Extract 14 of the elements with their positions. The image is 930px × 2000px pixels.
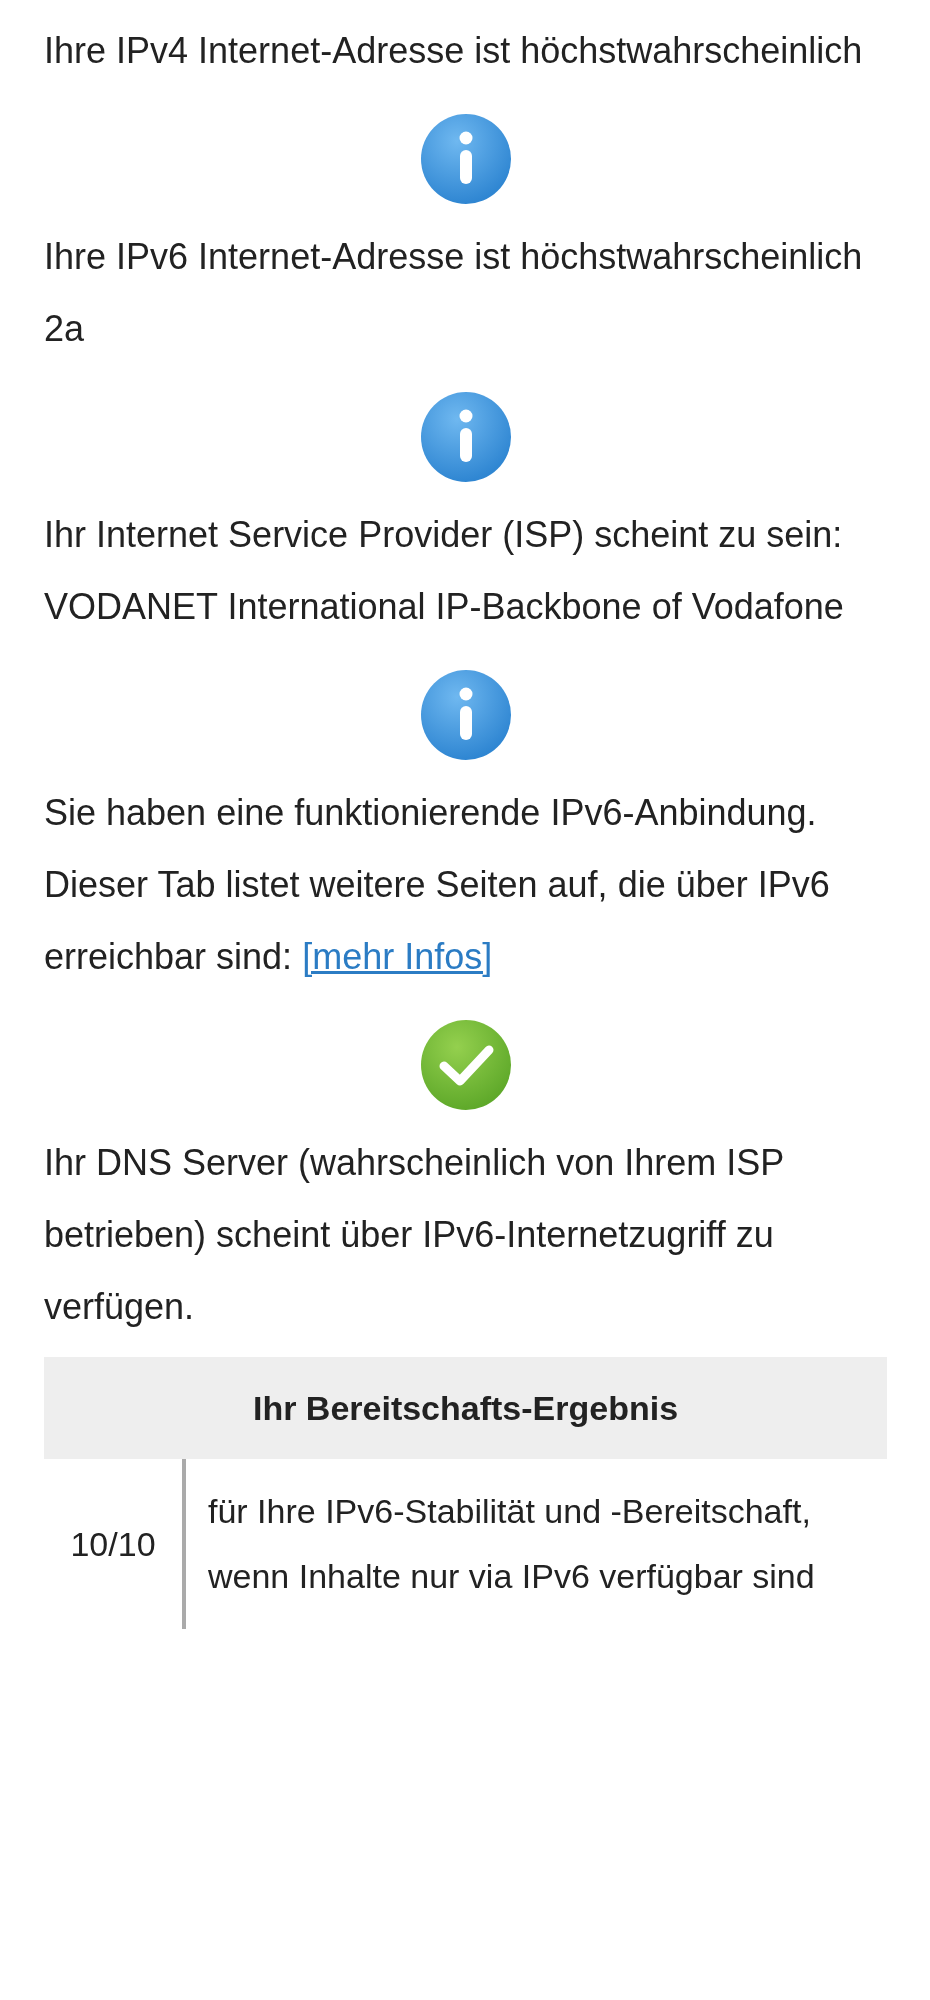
checkmark-icon: [419, 1019, 512, 1111]
result-text: Sie haben eine funktionierende IPv6-Anbindung. Dieser Tab listet weitere Seiten auf, die über IPv6 erreichbar sind: [mehr Infos]: [44, 791, 831, 979]
info-icon: [419, 391, 512, 483]
result-text: Ihr Internet Service Provider (ISP) scheint zu sein: VODANET International IP-Backbone of Vodafone: [44, 513, 845, 629]
score-cell-text: 10/10: [69, 1523, 157, 1565]
more-info-link[interactable]: [mehr Infos]: [302, 936, 493, 977]
result-text: Ihre IPv4 Internet-Adresse ist höchstwahrscheinlich: [44, 29, 864, 73]
result-text: Ihr DNS Server (wahrscheinlich von Ihrem ISP betrieben) scheint über IPv6-Internetzugriff zu verfügen.: [44, 1141, 785, 1329]
info-icon: [419, 113, 512, 205]
info-icon: [419, 669, 512, 761]
table-cell: für Ihre IPv6-Stabilität und -Bereitschaft, wenn Inhalte nur via IPv6 verfügbar sind: [182, 1459, 887, 1629]
ip-address: 2a: [44, 307, 86, 351]
table-header: Ihr Bereitschafts-Ergebnis: [44, 1357, 887, 1459]
result-text: Ihre IPv6 Internet-Adresse ist höchstwahrscheinlich: [44, 235, 864, 279]
